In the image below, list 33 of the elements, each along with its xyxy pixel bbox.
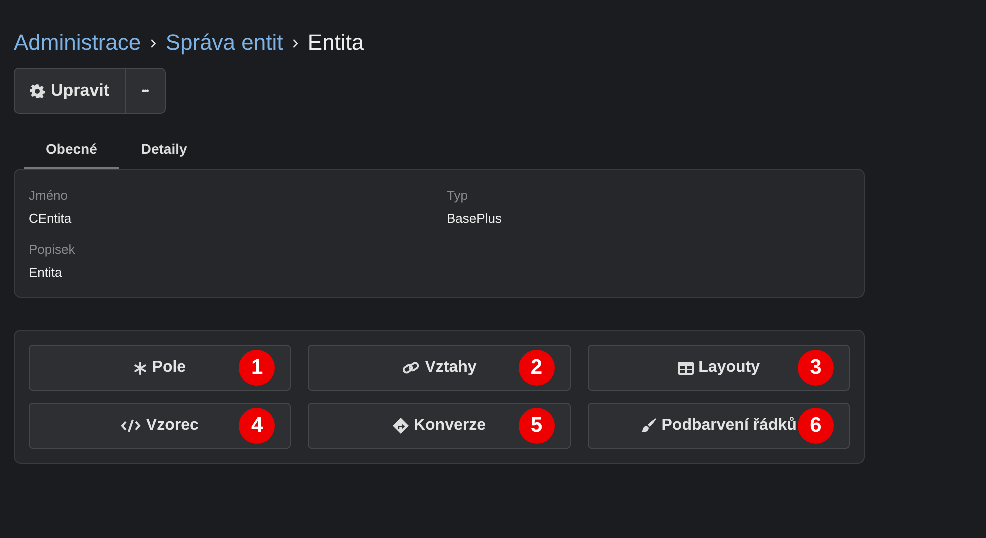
action-button[interactable]: Konverze 5	[308, 403, 571, 449]
breadcrumb-current: Entita	[308, 30, 364, 56]
field-value: CEntita	[29, 211, 73, 226]
number-badge: 1	[239, 350, 276, 386]
number-badge: 4	[239, 408, 276, 444]
action-button[interactable]: Vzorec 4	[29, 403, 292, 449]
gear-icon	[30, 84, 45, 98]
brush-icon	[640, 418, 657, 434]
code-icon	[121, 419, 142, 433]
field-label: Jméno	[29, 188, 70, 203]
tab[interactable]: Detaily	[119, 134, 210, 169]
field-value: Entita	[29, 265, 64, 280]
number-badge: 6	[798, 408, 834, 444]
breadcrumb-separator: ›	[150, 32, 157, 54]
number-badge: 5	[518, 408, 555, 444]
direction-sign-icon	[392, 418, 409, 434]
action-button[interactable]: Layouty 3	[588, 345, 850, 391]
field-label: Popisek	[29, 242, 76, 257]
breadcrumb-link[interactable]: Administrace	[14, 30, 142, 56]
number-badge: 2	[518, 350, 555, 386]
field-label: Typ	[447, 188, 469, 203]
more-button[interactable]: •••	[126, 68, 166, 114]
asterisk-icon	[134, 362, 148, 374]
breadcrumb-separator: ›	[292, 32, 299, 54]
field-value: BasePlus	[447, 211, 503, 226]
link-icon	[402, 361, 420, 375]
table-icon	[678, 362, 694, 374]
breadcrumb-link[interactable]: Správa entit	[166, 30, 284, 56]
action-button[interactable]: Podbarvení řádků 6	[588, 403, 850, 449]
number-badge: 3	[798, 350, 834, 386]
action-button[interactable]: Vztahy 2	[308, 345, 571, 391]
edit-button[interactable]: Upravit	[14, 68, 126, 114]
action-button[interactable]: Pole 1	[29, 345, 292, 391]
